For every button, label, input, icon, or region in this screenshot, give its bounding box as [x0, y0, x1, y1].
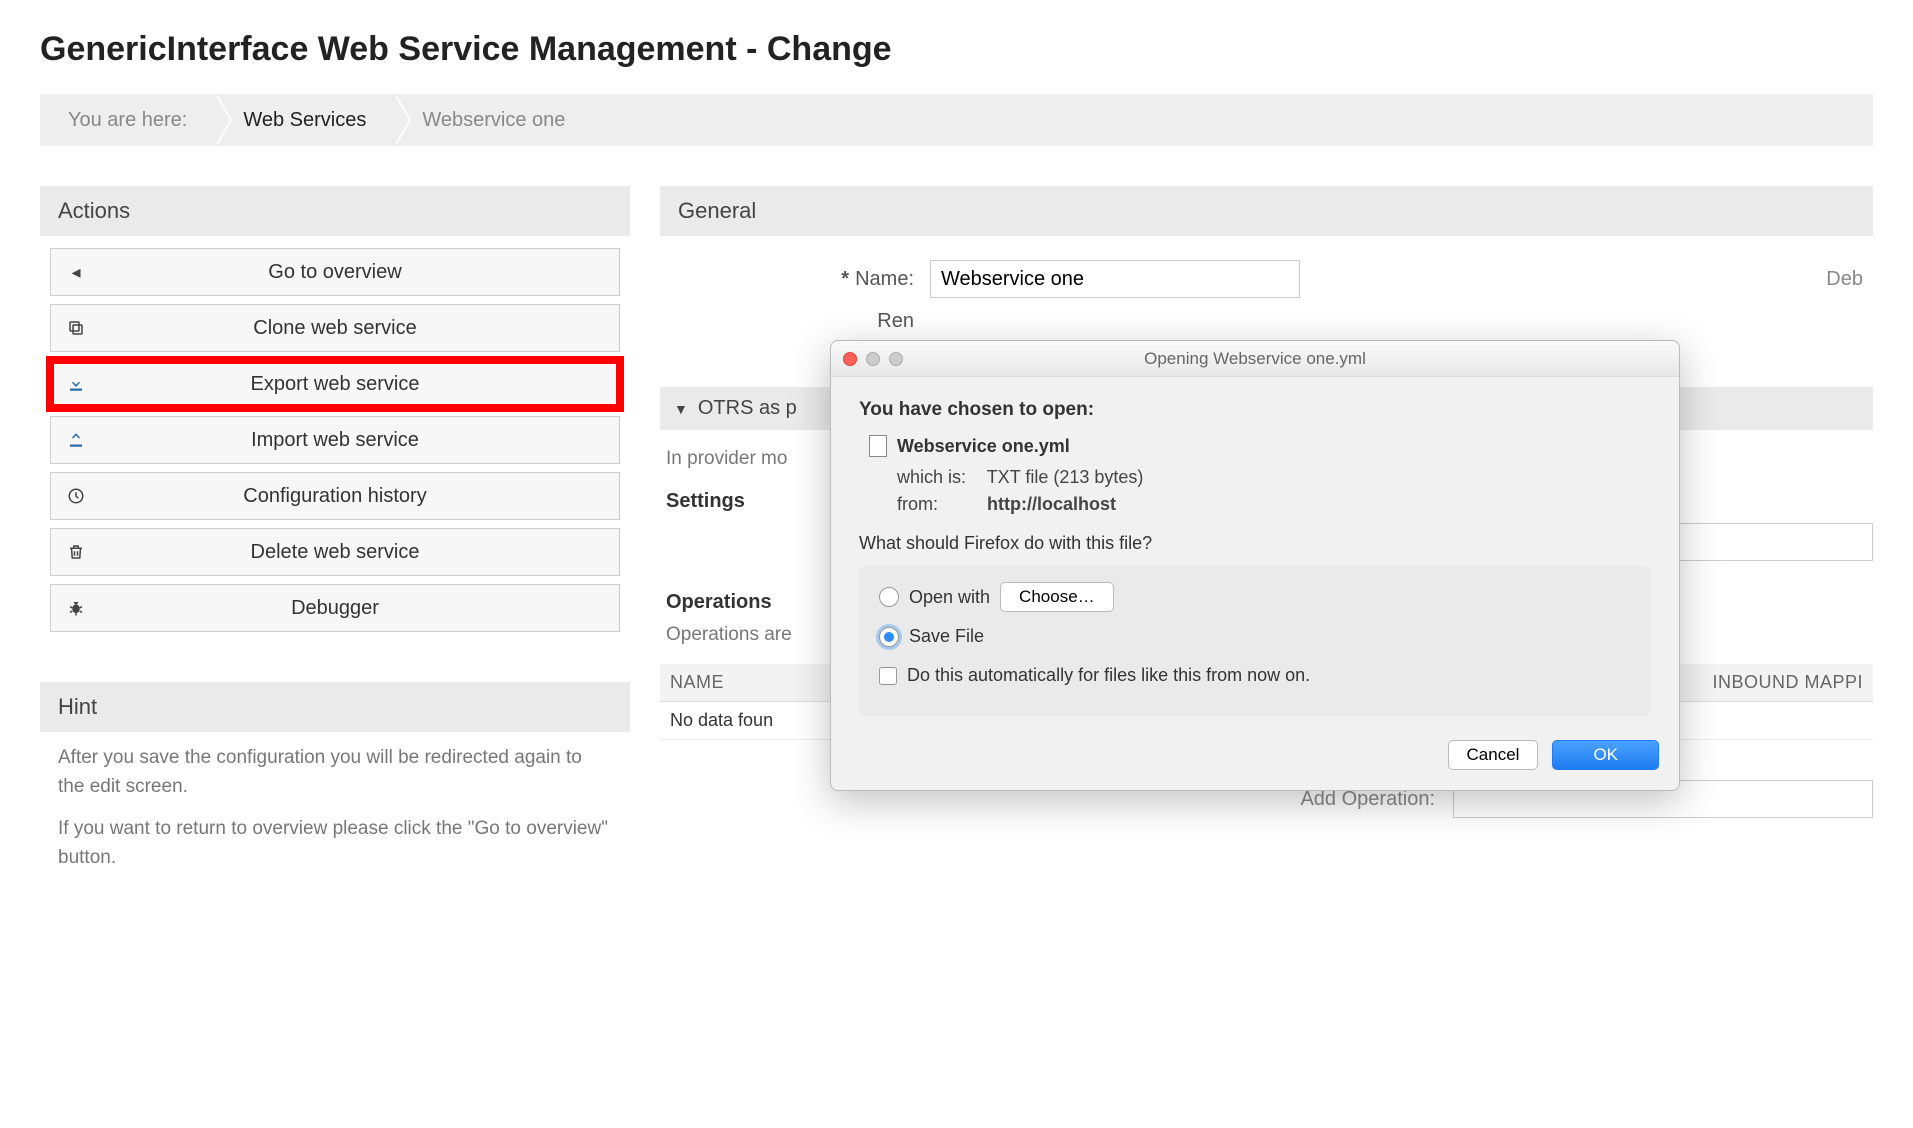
- which-is-value: TXT file (213 bytes): [987, 467, 1144, 487]
- dialog-heading: You have chosen to open:: [859, 399, 1651, 421]
- breadcrumb: You are here: Web Services Webservice on…: [40, 94, 1873, 146]
- copy-icon: [51, 319, 101, 337]
- auto-checkbox-row[interactable]: Do this automatically for files like thi…: [879, 665, 1631, 686]
- name-input[interactable]: [930, 260, 1300, 298]
- which-is-label: which is:: [897, 467, 982, 488]
- dialog-filename: Webservice one.yml: [897, 436, 1070, 457]
- from-label: from:: [897, 494, 982, 515]
- save-file-option[interactable]: Save File: [879, 626, 1631, 647]
- remote-label-partial: Ren: [670, 310, 930, 333]
- download-dialog: Opening Webservice one.yml You have chos…: [830, 340, 1680, 791]
- breadcrumb-label: You are here:: [40, 94, 215, 146]
- dialog-titlebar[interactable]: Opening Webservice one.yml: [831, 341, 1679, 377]
- export-web-service-button[interactable]: Export web service: [50, 360, 620, 408]
- provider-section-title: OTRS as p: [698, 397, 797, 420]
- hint-header: Hint: [40, 682, 630, 732]
- bug-icon: [51, 599, 101, 617]
- dialog-title: Opening Webservice one.yml: [831, 349, 1679, 369]
- choose-app-button[interactable]: Choose…: [1000, 582, 1114, 612]
- action-label: Import web service: [101, 429, 619, 452]
- action-label: Go to overview: [101, 261, 619, 284]
- auto-label: Do this automatically for files like thi…: [907, 665, 1310, 686]
- configuration-history-button[interactable]: Configuration history: [50, 472, 620, 520]
- breadcrumb-web-services[interactable]: Web Services: [215, 94, 394, 146]
- hint-paragraph: After you save the configuration you wil…: [58, 744, 612, 801]
- open-with-label: Open with: [909, 587, 990, 608]
- action-label: Delete web service: [101, 541, 619, 564]
- from-value: http://localhost: [987, 494, 1116, 514]
- radio-icon[interactable]: [879, 627, 899, 647]
- debug-threshold-label-partial: Deb: [1826, 268, 1863, 291]
- action-label: Clone web service: [101, 317, 619, 340]
- clock-icon: [51, 487, 101, 505]
- action-label: Configuration history: [101, 485, 619, 508]
- name-label: *Name:: [670, 268, 930, 291]
- page-title: GenericInterface Web Service Management …: [40, 30, 1873, 69]
- actions-header: Actions: [40, 186, 630, 236]
- cancel-button[interactable]: Cancel: [1448, 740, 1539, 770]
- hint-panel: Hint After you save the configuration yo…: [40, 682, 630, 898]
- go-to-overview-button[interactable]: ◂ Go to overview: [50, 248, 620, 296]
- download-icon: [51, 375, 101, 393]
- action-label: Debugger: [101, 597, 619, 620]
- checkbox-icon[interactable]: [879, 667, 897, 685]
- hint-paragraph: If you want to return to overview please…: [58, 815, 612, 872]
- breadcrumb-webservice-one[interactable]: Webservice one: [394, 94, 593, 146]
- clone-web-service-button[interactable]: Clone web service: [50, 304, 620, 352]
- debugger-button[interactable]: Debugger: [50, 584, 620, 632]
- action-label: Export web service: [101, 373, 619, 396]
- general-panel: General *Name: Deb Ren: [660, 186, 1873, 357]
- trash-icon: [51, 543, 101, 561]
- delete-web-service-button[interactable]: Delete web service: [50, 528, 620, 576]
- import-web-service-button[interactable]: Import web service: [50, 416, 620, 464]
- file-icon: [869, 435, 887, 457]
- chevron-down-icon: ▼: [674, 401, 688, 417]
- actions-panel: Actions ◂ Go to overview Clone web servi…: [40, 186, 630, 652]
- general-header: General: [660, 186, 1873, 236]
- save-file-label: Save File: [909, 626, 984, 647]
- radio-icon[interactable]: [879, 587, 899, 607]
- dialog-question: What should Firefox do with this file?: [859, 533, 1651, 554]
- upload-icon: [51, 431, 101, 449]
- ok-button[interactable]: OK: [1552, 740, 1659, 770]
- open-with-option[interactable]: Open with Choose…: [879, 582, 1631, 612]
- back-icon: ◂: [51, 262, 101, 283]
